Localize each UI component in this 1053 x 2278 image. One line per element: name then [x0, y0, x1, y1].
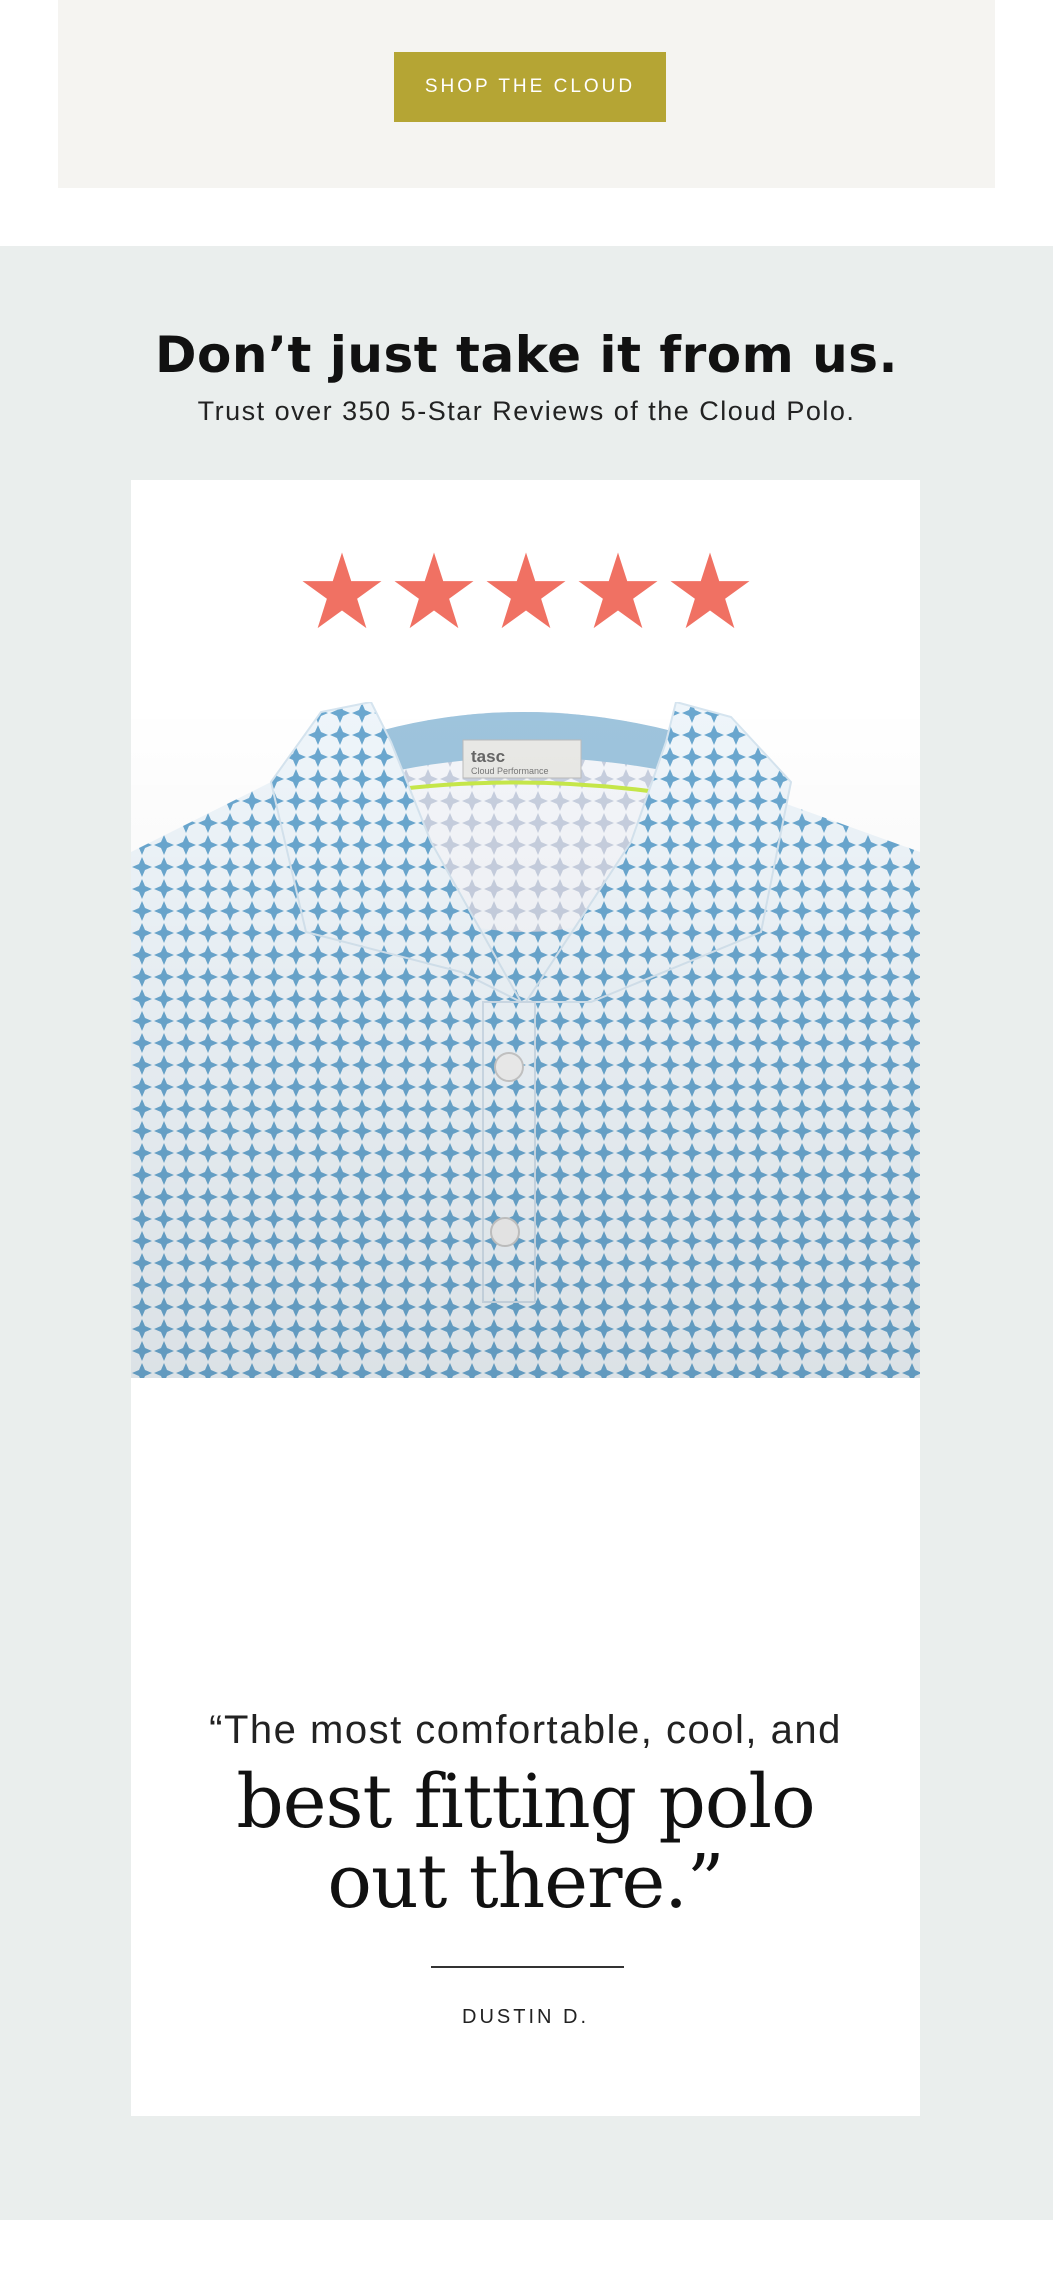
- star-rating: [131, 550, 920, 634]
- star-icon: [486, 552, 565, 629]
- reviews-subhead: Trust over 350 5-Star Reviews of the Clo…: [197, 396, 856, 426]
- quote-divider: [431, 1966, 624, 1968]
- review-card: tasc Cloud Performance “The most comfort…: [131, 480, 920, 2116]
- shop-the-cloud-button[interactable]: SHOP THE CLOUD: [394, 52, 666, 122]
- star-icon: [302, 552, 381, 629]
- quote-intro: “The most comfortable, cool, and: [209, 1708, 842, 1752]
- star-icon: [578, 552, 657, 629]
- polo-shirt-illustration: tasc Cloud Performance: [131, 702, 920, 1378]
- quote-emphasis: best fitting polo out there.”: [131, 1762, 920, 1922]
- review-author: DUSTIN D.: [462, 2006, 589, 2028]
- reviews-headline: Don’t just take it from us.: [155, 326, 898, 384]
- promo-banner: SHOP THE CLOUD: [58, 0, 995, 188]
- quote-emphasis-line2: out there.”: [327, 1839, 724, 1925]
- reviews-section: Don’t just take it from us. Trust over 3…: [0, 246, 1053, 2220]
- star-icon: [394, 552, 473, 629]
- star-icon: [670, 552, 749, 629]
- polo-shirt-image[interactable]: tasc Cloud Performance: [131, 702, 920, 1378]
- quote-emphasis-line1: best fitting polo: [236, 1759, 815, 1845]
